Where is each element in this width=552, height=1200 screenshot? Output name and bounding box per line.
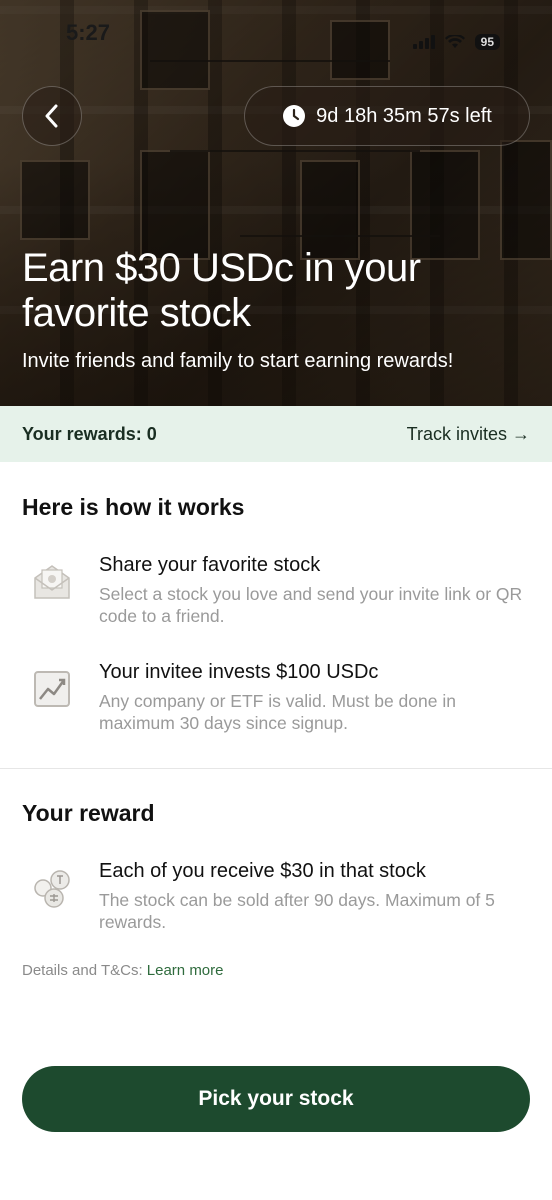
learn-more-link[interactable]: Learn more <box>147 962 224 979</box>
how-it-works-title: Here is how it works <box>22 494 245 520</box>
chevron-left-icon <box>45 104 58 128</box>
step-description: Any company or ETF is valid. Must be don… <box>99 691 456 733</box>
wifi-icon <box>444 35 465 48</box>
track-invites-link[interactable]: Track invites → <box>407 424 530 445</box>
envelope-icon <box>34 565 70 599</box>
building-window <box>410 150 480 260</box>
hero-banner: 5:27 95 9d 18h 35m 57s left Earn $30 USD… <box>0 0 552 406</box>
signal-icon <box>412 35 435 49</box>
back-button[interactable] <box>22 86 82 146</box>
rewards-count: Your rewards: 0 <box>22 423 157 444</box>
countdown-timer: 9d 18h 35m 57s left <box>244 86 530 146</box>
fire-escape <box>170 150 420 152</box>
step-heading: Each of you receive $30 in that stock <box>99 860 426 882</box>
timer-text: 9d 18h 35m 57s left <box>316 104 492 127</box>
step-heading: Share your favorite stock <box>99 554 321 576</box>
page-subtitle: Invite friends and family to start earni… <box>22 350 454 372</box>
status-bar: 5:27 95 <box>0 0 552 60</box>
fire-escape <box>240 235 440 237</box>
section-divider <box>0 768 552 769</box>
terms-text: Details and T&Cs: Learn more <box>22 962 224 979</box>
building-window <box>20 160 90 240</box>
rewards-bar: Your rewards: 0 Track invites → <box>0 406 552 462</box>
terms-prefix: Details and T&Cs: <box>22 962 147 979</box>
building-window <box>500 140 552 260</box>
coins-icon <box>34 870 70 908</box>
battery-icon: 95 <box>474 34 500 50</box>
status-indicators: 95 <box>412 34 500 50</box>
step-description: The stock can be sold after 90 days. Max… <box>99 890 495 932</box>
step-heading: Your invitee invests $100 USDc <box>99 661 379 683</box>
fire-escape <box>150 60 390 62</box>
reward-title: Your reward <box>22 800 155 826</box>
page-title: Earn $30 USDc in your favorite stock <box>22 246 421 335</box>
chart-icon <box>34 671 70 707</box>
pick-stock-button[interactable]: Pick your stock <box>22 1066 530 1132</box>
status-time: 5:27 <box>66 20 111 45</box>
building-window <box>140 150 210 260</box>
step-description: Select a stock you love and send your in… <box>99 584 523 626</box>
clock-icon <box>283 105 306 127</box>
building-window <box>300 160 360 260</box>
